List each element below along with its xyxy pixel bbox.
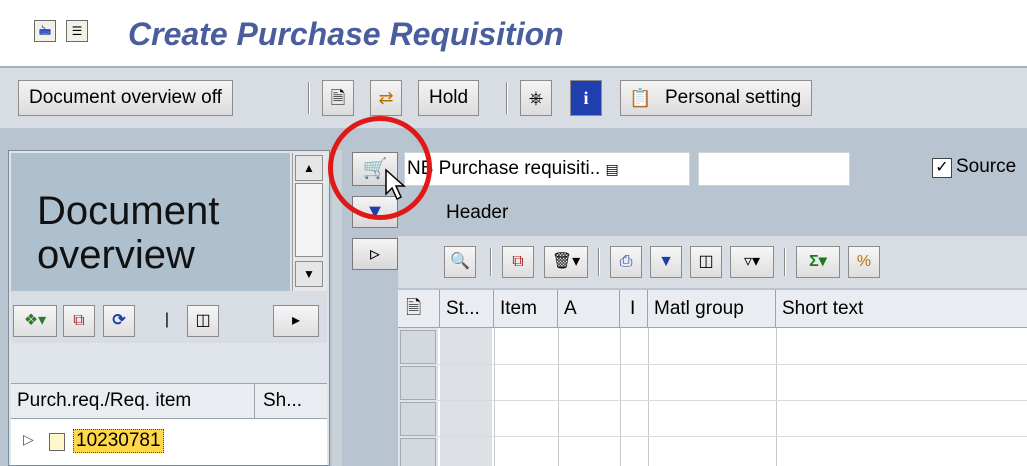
row-selector[interactable]	[400, 438, 436, 466]
overview-row[interactable]: ▷ 10230781	[11, 419, 327, 465]
document-type-help-icon[interactable]: ▤	[606, 161, 619, 177]
column-header-purch-req[interactable]: Purch.req./Req. item	[11, 384, 255, 420]
exit-editing-icon[interactable]: 🖮	[34, 20, 56, 42]
filter-set-icon[interactable]: ▿▾	[730, 246, 774, 278]
print-icon[interactable]: ⎙	[610, 246, 642, 278]
sum-icon[interactable]: Σ▾	[796, 246, 840, 278]
grid-line	[494, 328, 495, 466]
hold-button[interactable]: Hold	[418, 80, 480, 116]
document-overview-panel: Document overview ▲ ▼ ❖▾ ⧉ ⟳ | ◫ ▸ Purch…	[8, 150, 330, 466]
find-icon[interactable]: ◫	[690, 246, 722, 278]
toolbar-separator	[598, 248, 600, 276]
grid-line	[438, 364, 1027, 365]
document-type-value: NB Purchase requisiti..	[407, 158, 601, 179]
item-toolbar: 🔍 ⧉ 🗑▾ ⎙ ▼ ◫ ▿▾ Σ▾ %	[398, 236, 1027, 288]
create-icon[interactable]: 🗎	[322, 80, 354, 116]
scroll-down-icon[interactable]: ▼	[295, 261, 323, 287]
vertical-scrollbar[interactable]: ▲ ▼	[292, 153, 326, 291]
toolbar-separator	[506, 82, 508, 114]
requisition-number[interactable]: 10230781	[73, 429, 164, 453]
expand-items-icon[interactable]: ▹	[352, 238, 398, 270]
document-overview-off-button[interactable]: Document overview off	[18, 80, 233, 116]
column-header-matl-group[interactable]: Matl group	[648, 290, 776, 328]
work-area: Document overview ▲ ▼ ❖▾ ⧉ ⟳ | ◫ ▸ Purch…	[0, 128, 1027, 466]
document-overview-title: Document overview	[37, 189, 220, 277]
column-header-status[interactable]: St...	[440, 290, 494, 328]
info-icon[interactable]: i	[570, 80, 602, 116]
column-header-short-text[interactable]: Short text	[776, 290, 1027, 328]
row-selector[interactable]	[400, 330, 436, 364]
row-selector-column	[398, 328, 438, 466]
application-toolbar: Document overview off 🗎 ⇄ Hold ⎈ i 📋 Per…	[0, 66, 1027, 128]
status-column	[440, 328, 492, 466]
annotation-circle	[328, 116, 432, 220]
grid-line	[438, 400, 1027, 401]
source-checkbox[interactable]: ✓	[932, 158, 952, 178]
subtotal-icon[interactable]: %	[848, 246, 880, 278]
item-grid: 🗎 St... Item A I Matl group Short text	[398, 290, 1027, 466]
personal-setting-label: Personal setting	[665, 87, 802, 108]
toolbar-separator	[308, 82, 310, 114]
header-label[interactable]: Header	[446, 202, 508, 224]
scroll-up-icon[interactable]: ▲	[295, 155, 323, 181]
personal-setting-button[interactable]: 📋 Personal setting	[620, 80, 813, 116]
other-document-icon[interactable]: ⇄	[370, 80, 402, 116]
filter-icon[interactable]: ▼	[650, 246, 682, 278]
row-selector[interactable]	[400, 402, 436, 436]
scroll-thumb[interactable]	[295, 183, 323, 257]
tree-icon[interactable]: ⎈	[520, 80, 552, 116]
selection-variant-icon[interactable]: ❖▾	[13, 305, 57, 337]
overview-column-header: Purch.req./Req. item Sh...	[11, 383, 327, 420]
mouse-cursor-icon	[385, 168, 406, 201]
column-header-i[interactable]: I	[620, 290, 648, 328]
grid-line	[558, 328, 559, 466]
source-label: Source	[956, 156, 1017, 177]
column-header-item[interactable]: Item	[494, 290, 558, 328]
find-icon[interactable]: ◫	[187, 305, 219, 337]
grid-line	[438, 436, 1027, 437]
delete-icon[interactable]: 🗑▾	[544, 246, 588, 278]
document-type-field[interactable]: NB Purchase requisiti.. ▤	[404, 152, 690, 186]
page-title: Create Purchase Requisition	[128, 16, 564, 52]
column-header-short-text[interactable]: Sh...	[257, 384, 327, 420]
column-header-a[interactable]: A	[558, 290, 620, 328]
personal-setting-icon: 📋	[629, 88, 652, 108]
row-selector[interactable]	[400, 366, 436, 400]
grid-line	[648, 328, 649, 466]
overview-toolbar: ❖▾ ⧉ ⟳ | ◫ ▸	[11, 291, 327, 343]
requisition-panel: 🛒 ▼ ▹ NB Purchase requisiti.. ▤ ✓ Source…	[342, 128, 1027, 466]
menu-icon[interactable]: ☰	[66, 20, 88, 42]
grid-line	[776, 328, 777, 466]
toolbar-separator	[784, 248, 786, 276]
copy-icon[interactable]: ⧉	[63, 305, 95, 337]
toolbar-separator: |	[164, 311, 170, 328]
refresh-icon[interactable]: ⟳	[103, 305, 135, 337]
document-number-field[interactable]	[698, 152, 850, 186]
document-overview-banner: Document overview	[11, 153, 290, 291]
expand-node-icon[interactable]: ▷	[23, 431, 34, 448]
title-bar: 🖮 ☰ Create Purchase Requisition	[0, 0, 1027, 66]
toolbar-separator	[490, 248, 492, 276]
item-grid-header: 🗎 St... Item A I Matl group Short text	[398, 290, 1027, 328]
copy-icon[interactable]: ⧉	[502, 246, 534, 278]
grid-line	[620, 328, 621, 466]
select-all-icon[interactable]: 🗎	[398, 290, 440, 328]
detail-icon[interactable]: 🔍	[444, 246, 476, 278]
expand-icon[interactable]: ▸	[273, 305, 319, 337]
document-icon	[49, 433, 65, 451]
